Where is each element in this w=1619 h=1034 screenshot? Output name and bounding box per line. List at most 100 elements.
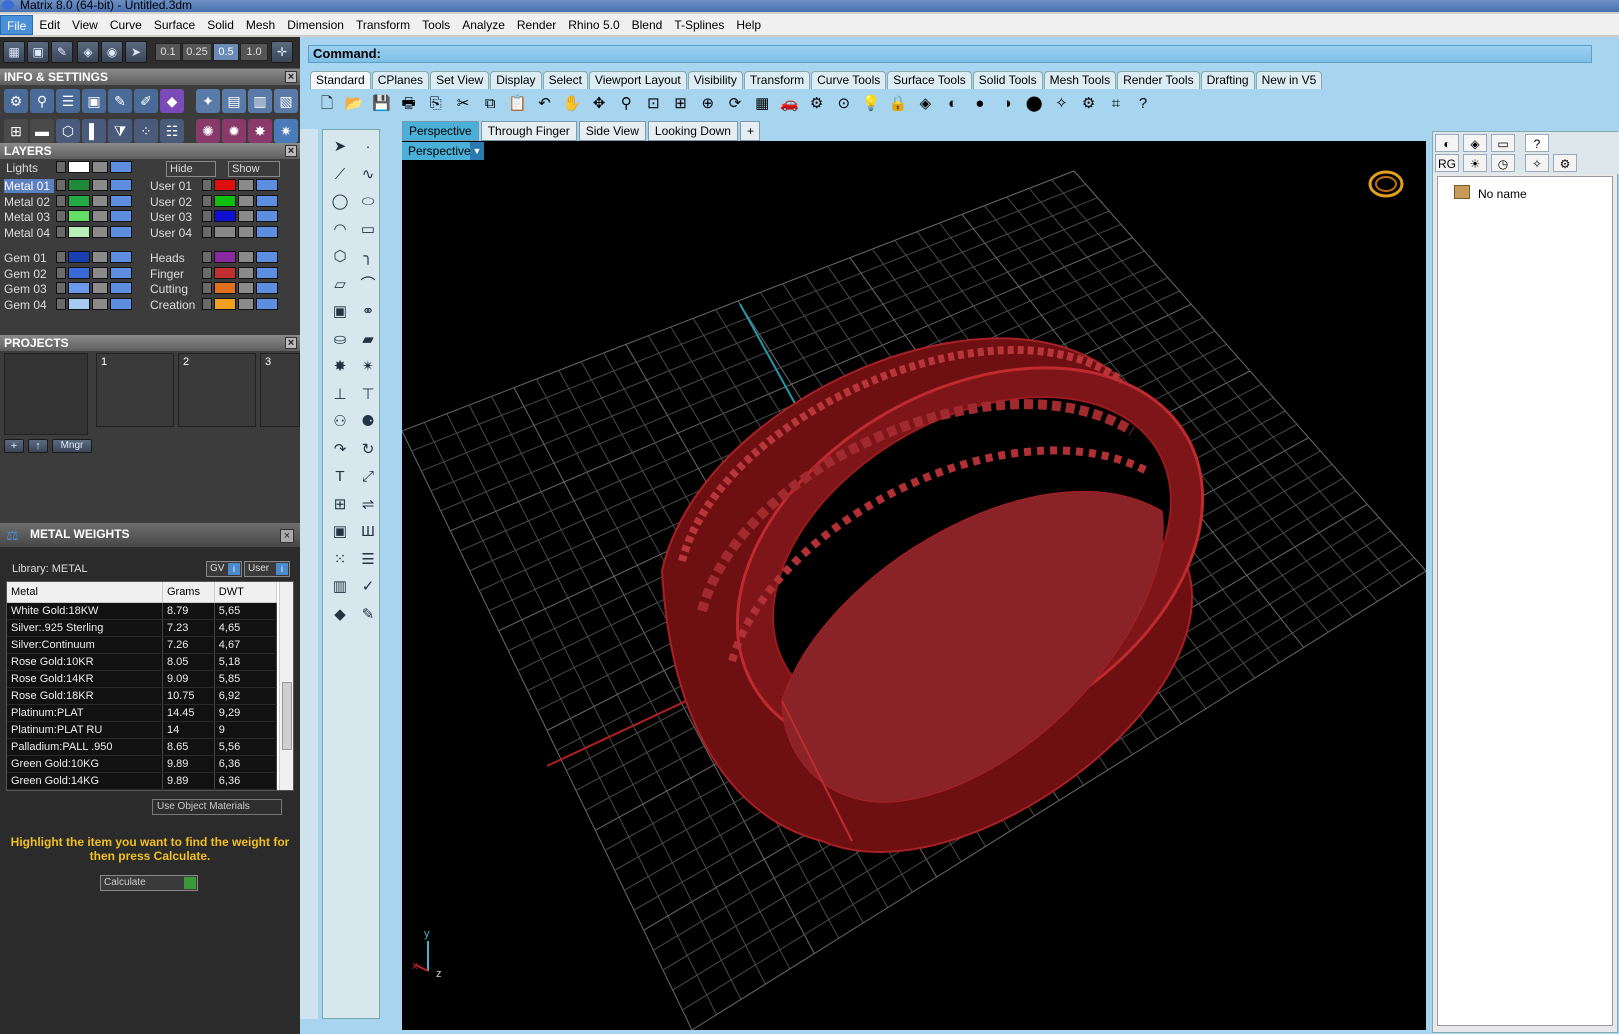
lock-icon[interactable] bbox=[238, 194, 254, 207]
split-icon[interactable]: ⚈ bbox=[357, 411, 379, 433]
layer-row[interactable]: Metal 01 bbox=[0, 179, 146, 193]
close-icon[interactable]: × bbox=[285, 337, 297, 349]
eye-icon[interactable]: ◉ bbox=[101, 41, 123, 63]
snap-icon[interactable]: ◈ bbox=[77, 41, 99, 63]
ring-model[interactable] bbox=[660, 289, 1272, 853]
visibility-toggle[interactable] bbox=[256, 210, 278, 222]
check-icon[interactable]: ✓ bbox=[357, 576, 379, 598]
mirror-icon[interactable]: ⇌ bbox=[357, 494, 379, 516]
viewport-tab-looking-down[interactable]: Looking Down bbox=[647, 121, 738, 141]
arc-icon[interactable]: ◠ bbox=[329, 219, 351, 241]
select-arrow-icon[interactable]: ➤ bbox=[329, 136, 351, 158]
visibility-toggle[interactable] bbox=[256, 251, 278, 263]
layer-row[interactable]: Gem 01 bbox=[0, 251, 146, 265]
color-wheel-icon[interactable]: ◐ bbox=[942, 93, 964, 115]
layer-row[interactable]: Metal 03 bbox=[0, 210, 146, 224]
lock-icon[interactable] bbox=[92, 161, 108, 173]
ellipse-icon[interactable]: ⬭ bbox=[357, 191, 379, 213]
close-icon[interactable]: × bbox=[285, 145, 297, 157]
menu-transform[interactable]: Transform bbox=[350, 15, 416, 35]
layout-icon[interactable]: ⌗ bbox=[1105, 93, 1127, 115]
toolbar-tab-set-view[interactable]: Set View bbox=[430, 71, 490, 89]
menu-file[interactable]: File bbox=[0, 14, 34, 35]
shaded-sphere-icon[interactable]: ◑ bbox=[996, 93, 1018, 115]
visibility-toggle[interactable] bbox=[256, 179, 278, 191]
list-icon[interactable]: ☷ bbox=[160, 119, 184, 143]
menu-analyze[interactable]: Analyze bbox=[456, 15, 511, 35]
menu-view[interactable]: View bbox=[66, 15, 104, 35]
print-icon[interactable]: 🖶 bbox=[398, 93, 420, 115]
hex-icon[interactable]: ⬡ bbox=[56, 119, 80, 143]
toolbar-tab-standard[interactable]: Standard bbox=[310, 71, 371, 89]
lock-icon[interactable] bbox=[238, 297, 254, 310]
menu-render[interactable]: Render bbox=[511, 15, 562, 35]
layer-color-swatch[interactable] bbox=[214, 251, 236, 263]
gear-icon[interactable]: ⚙ bbox=[1553, 154, 1577, 172]
layer-name[interactable]: Gem 04 bbox=[4, 298, 54, 312]
command-line[interactable]: Command: bbox=[308, 45, 1592, 63]
layer-name[interactable]: Cutting bbox=[150, 282, 200, 296]
blue-sphere-icon[interactable]: ⬤ bbox=[1023, 93, 1045, 115]
menu-tools[interactable]: Tools bbox=[416, 15, 456, 35]
layer-row[interactable]: Heads bbox=[146, 251, 292, 265]
layer-row[interactable]: Gem 03 bbox=[0, 282, 146, 296]
ring-orientation-icon[interactable] bbox=[1368, 170, 1404, 198]
surface-icon[interactable]: ▱ bbox=[329, 274, 351, 296]
layer-row[interactable]: Finger bbox=[146, 266, 292, 281]
tool-b-icon[interactable]: ▤ bbox=[222, 89, 246, 113]
snap-icon[interactable]: ⊙ bbox=[833, 93, 855, 115]
expand-arrow[interactable] bbox=[56, 282, 66, 294]
table-row[interactable]: Palladium:PALL .950 8.65 5,56 bbox=[7, 738, 278, 756]
car-icon[interactable]: 🚗 bbox=[778, 93, 800, 115]
render-d-icon[interactable]: ✷ bbox=[274, 119, 298, 143]
table-row[interactable]: Silver:.925 Sterling 7.23 4,65 bbox=[7, 619, 278, 637]
filter-icon[interactable]: ⧩ bbox=[108, 119, 132, 143]
expand-arrow[interactable] bbox=[56, 297, 66, 310]
layer-row[interactable]: User 01 bbox=[146, 179, 292, 193]
project-slot-2[interactable]: 2 bbox=[178, 353, 256, 427]
toolbar-tab-cplanes[interactable]: CPlanes bbox=[371, 71, 430, 89]
rectangle-icon[interactable]: ▭ bbox=[357, 219, 379, 241]
menu-solid[interactable]: Solid bbox=[201, 15, 240, 35]
open-folder-icon[interactable]: 📂 bbox=[343, 93, 365, 115]
settings-gear-icon[interactable]: ⚙ bbox=[4, 89, 28, 113]
visibility-toggle[interactable] bbox=[110, 282, 132, 294]
layer-color-swatch[interactable] bbox=[68, 266, 90, 279]
panel-icon[interactable]: ▬ bbox=[30, 119, 54, 143]
toolbar-tab-mesh-tools[interactable]: Mesh Tools bbox=[1043, 71, 1117, 89]
dimension-icon[interactable]: Ш bbox=[357, 521, 379, 543]
paste-icon[interactable]: 📋 bbox=[506, 93, 528, 115]
sun-icon[interactable]: ☀ bbox=[1463, 154, 1487, 172]
show-button[interactable]: Show bbox=[228, 161, 280, 177]
box-icon[interactable]: ▣ bbox=[27, 41, 49, 63]
toolbar-tab-render-tools[interactable]: Render Tools bbox=[1117, 71, 1200, 89]
layer-name[interactable]: Heads bbox=[150, 251, 200, 265]
polygon-icon[interactable]: ⬡ bbox=[329, 246, 351, 268]
user-toggle[interactable]: User i bbox=[244, 561, 290, 577]
layer-row[interactable]: Cutting bbox=[146, 282, 292, 296]
explode-icon[interactable]: ✴ bbox=[357, 356, 379, 378]
layer-name[interactable]: Creation bbox=[150, 298, 200, 312]
layer-name[interactable]: User 04 bbox=[150, 226, 200, 240]
layer-color-swatch[interactable] bbox=[214, 282, 236, 294]
lock-icon[interactable] bbox=[238, 225, 254, 238]
layer-row[interactable]: Metal 02 bbox=[0, 194, 146, 209]
array-icon[interactable]: ⊞ bbox=[329, 494, 351, 516]
close-icon[interactable]: × bbox=[285, 71, 297, 83]
layer-name[interactable]: Gem 01 bbox=[4, 251, 54, 265]
layer-color-swatch[interactable] bbox=[214, 194, 236, 207]
layer-name[interactable]: Metal 02 bbox=[4, 195, 54, 209]
toolbar-tab-surface-tools[interactable]: Surface Tools bbox=[887, 71, 972, 89]
layer-color-swatch[interactable] bbox=[68, 210, 90, 222]
layer-color-swatch[interactable] bbox=[68, 251, 90, 263]
cut-icon[interactable]: ✂ bbox=[452, 93, 474, 115]
lock-icon[interactable] bbox=[92, 194, 108, 207]
lock-icon[interactable] bbox=[92, 210, 108, 222]
layer-color-swatch[interactable] bbox=[68, 225, 90, 238]
fillet-icon[interactable]: ╮ bbox=[357, 246, 379, 268]
paint-icon[interactable]: ✎ bbox=[357, 604, 379, 626]
lock-icon[interactable] bbox=[92, 297, 108, 310]
layer-color-swatch[interactable] bbox=[68, 297, 90, 310]
layer-color-swatch[interactable] bbox=[214, 297, 236, 310]
pan-icon[interactable]: ✋ bbox=[561, 93, 583, 115]
